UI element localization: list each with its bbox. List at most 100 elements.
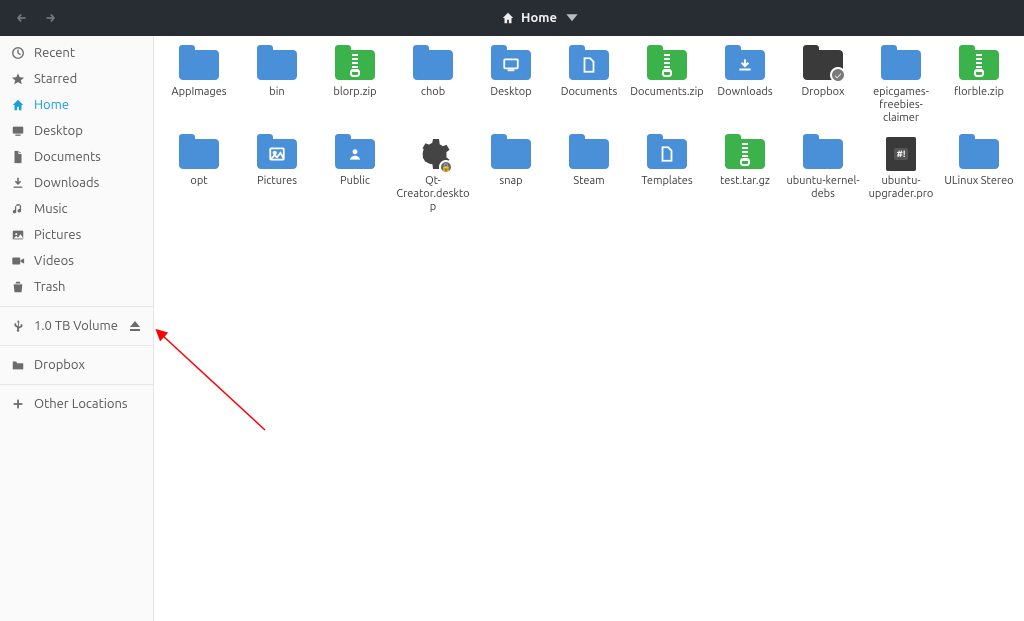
file-item[interactable]: bin: [238, 46, 316, 129]
sidebar-item-documents[interactable]: Documents: [0, 144, 153, 170]
file-label: snap: [499, 175, 522, 188]
file-item[interactable]: Downloads: [706, 46, 784, 129]
file-label: Steam: [573, 175, 604, 188]
file-item[interactable]: Templates: [628, 135, 706, 218]
file-label: Desktop: [490, 86, 531, 99]
sidebar-item-label: Videos: [34, 254, 143, 268]
file-item[interactable]: epicgames-freebies-claimer: [862, 46, 940, 129]
file-item[interactable]: blorp.zip: [316, 46, 394, 129]
file-label: ubuntu-upgrader.pro: [864, 175, 938, 201]
file-label: bin: [269, 86, 284, 99]
sidebar-item-recent[interactable]: Recent: [0, 40, 153, 66]
sidebar-item-label: Downloads: [34, 176, 143, 190]
plus-icon: [10, 396, 26, 412]
lock-badge: 🔒: [439, 160, 453, 174]
arrow-left-icon: [15, 11, 29, 25]
file-item[interactable]: Desktop: [472, 46, 550, 129]
file-label: ULinux Stereo: [944, 175, 1013, 188]
file-label: Documents: [561, 86, 618, 99]
nav-back-button[interactable]: [8, 4, 36, 32]
trash-icon: [10, 279, 26, 295]
sidebar-item-videos[interactable]: Videos: [0, 248, 153, 274]
file-view[interactable]: AppImages bin blorp.zip chob Desktop Document…: [154, 36, 1024, 621]
folder-icon: [880, 48, 922, 82]
sidebar-item-label: Documents: [34, 150, 143, 164]
profile-icon: #!: [880, 137, 922, 171]
file-label: florble.zip: [954, 86, 1004, 99]
file-item[interactable]: Documents.zip: [628, 46, 706, 129]
file-item[interactable]: Pictures: [238, 135, 316, 218]
archive-icon: [958, 48, 1000, 82]
file-item[interactable]: #! ubuntu-upgrader.pro: [862, 135, 940, 218]
file-label: AppImages: [171, 86, 226, 99]
file-item[interactable]: chob: [394, 46, 472, 129]
file-item[interactable]: ✓Dropbox: [784, 46, 862, 129]
file-item[interactable]: 🔒Qt-Creator.desktop: [394, 135, 472, 218]
file-item[interactable]: Public: [316, 135, 394, 218]
file-label: Downloads: [717, 86, 772, 99]
file-item[interactable]: snap: [472, 135, 550, 218]
sidebar-item-starred[interactable]: Starred: [0, 66, 153, 92]
sidebar-item-other-locations[interactable]: Other Locations: [0, 391, 153, 417]
sidebar-item-label: Starred: [34, 72, 143, 86]
sidebar-separator: [0, 345, 153, 346]
file-item[interactable]: florble.zip: [940, 46, 1018, 129]
file-label: ubuntu-kernel-debs: [786, 175, 860, 201]
picture-icon: [10, 227, 26, 243]
eject-button[interactable]: [127, 318, 143, 334]
sidebar-separator: [0, 384, 153, 385]
star-icon: [10, 71, 26, 87]
sidebar-item-label: Home: [34, 98, 143, 112]
sidebar-item-trash[interactable]: Trash: [0, 274, 153, 300]
archive-icon: [724, 137, 766, 171]
sidebar-item-1-0-tb-volume[interactable]: 1.0 TB Volume: [0, 313, 153, 339]
sidebar-item-dropbox[interactable]: Dropbox: [0, 352, 153, 378]
folder-icon: [178, 48, 220, 82]
file-item[interactable]: opt: [160, 135, 238, 218]
file-item[interactable]: ubuntu-kernel-debs: [784, 135, 862, 218]
sidebar-item-downloads[interactable]: Downloads: [0, 170, 153, 196]
file-label: Documents.zip: [630, 86, 703, 99]
folder-icon: [724, 48, 766, 82]
sidebar-item-label: Pictures: [34, 228, 143, 242]
path-label: Home: [521, 11, 557, 25]
folder-icon: [490, 48, 532, 82]
sidebar-item-pictures[interactable]: Pictures: [0, 222, 153, 248]
sidebar-item-music[interactable]: Music: [0, 196, 153, 222]
usb-icon: [10, 318, 26, 334]
sidebar-item-label: Desktop: [34, 124, 143, 138]
file-label: test.tar.gz: [720, 175, 770, 188]
archive-icon: [646, 48, 688, 82]
nav-forward-button[interactable]: [36, 4, 64, 32]
file-item[interactable]: Steam: [550, 135, 628, 218]
sidebar-item-desktop[interactable]: Desktop: [0, 118, 153, 144]
sidebar-item-label: 1.0 TB Volume: [34, 319, 119, 333]
file-label: blorp.zip: [333, 86, 376, 99]
video-icon: [10, 253, 26, 269]
headerbar: Home: [0, 0, 1024, 36]
sidebar-item-home[interactable]: Home: [0, 92, 153, 118]
file-label: opt: [190, 175, 207, 188]
sidebar-item-label: Recent: [34, 46, 143, 60]
path-bar[interactable]: Home: [491, 6, 589, 31]
folder-icon: [646, 137, 688, 171]
gear-icon: 🔒: [412, 137, 454, 171]
folder-icon: [802, 137, 844, 171]
file-label: Pictures: [257, 175, 297, 188]
document-icon: [10, 149, 26, 165]
file-label: Qt-Creator.desktop: [396, 175, 470, 214]
file-item[interactable]: ULinux Stereo: [940, 135, 1018, 218]
clock-icon: [10, 45, 26, 61]
sync-ok-badge: ✓: [830, 67, 846, 83]
file-item[interactable]: AppImages: [160, 46, 238, 129]
desktop-icon: [10, 123, 26, 139]
folder-icon: [10, 357, 26, 373]
folder-dark-icon: ✓: [802, 48, 844, 82]
file-item[interactable]: test.tar.gz: [706, 135, 784, 218]
file-label: Public: [340, 175, 370, 188]
file-item[interactable]: Documents: [550, 46, 628, 129]
home-icon: [10, 97, 26, 113]
sidebar-item-label: Dropbox: [34, 358, 143, 372]
sidebar-item-label: Other Locations: [34, 397, 143, 411]
file-label: epicgames-freebies-claimer: [864, 86, 938, 125]
